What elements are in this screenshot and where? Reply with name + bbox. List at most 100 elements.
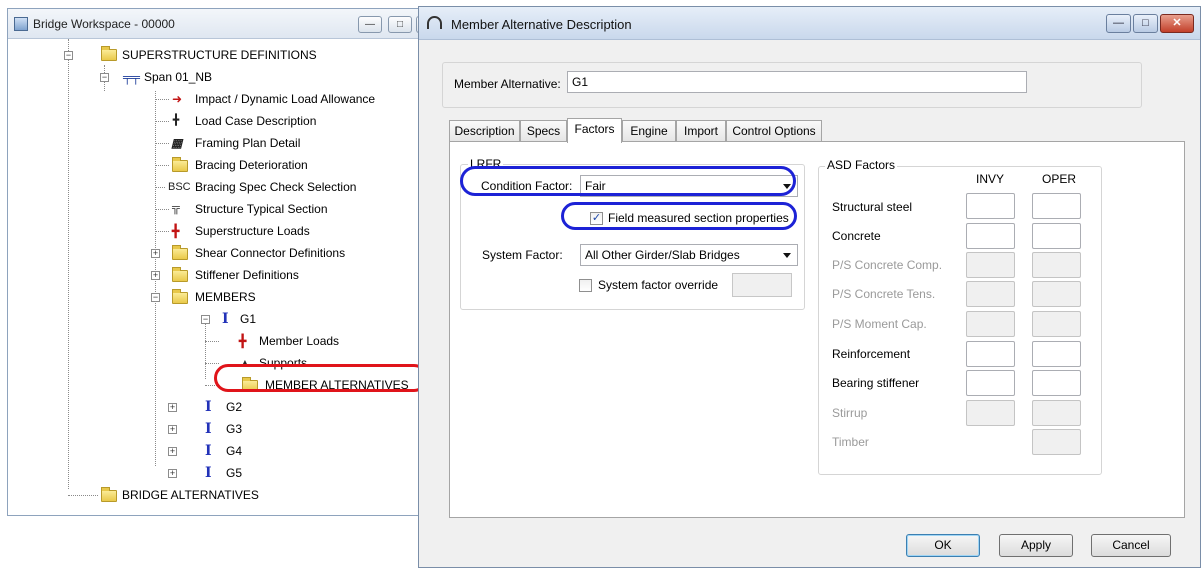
collapse-icon[interactable]: − bbox=[201, 315, 210, 324]
tree-item-shear-connector-definitions[interactable]: + Shear Connector Definitions bbox=[8, 243, 418, 263]
girder-icon: I bbox=[205, 421, 212, 437]
tree-item-g1[interactable]: − I G1 bbox=[8, 309, 418, 329]
tree-item-label: Stiffener Definitions bbox=[195, 268, 299, 282]
stirrup-invy-input bbox=[966, 400, 1015, 426]
dialog-body: Member Alternative: G1 Description Specs… bbox=[419, 41, 1200, 567]
tree-item-bracing-spec-check[interactable]: BSC Bracing Spec Check Selection bbox=[8, 177, 418, 197]
tree-item-g5[interactable]: + I G5 bbox=[8, 463, 418, 483]
tree-item-label: G3 bbox=[226, 422, 243, 436]
ok-button[interactable]: OK bbox=[906, 534, 980, 557]
tree-item-supports[interactable]: ▲ Supports bbox=[8, 353, 418, 373]
tree-item-label: Load Case Description bbox=[195, 114, 317, 128]
asd-row-label: Timber bbox=[832, 435, 869, 449]
workspace-titlebar: Bridge Workspace - 00000 — □ bbox=[8, 9, 424, 39]
tree-branch-line bbox=[205, 341, 219, 342]
reinforcement-oper-input[interactable] bbox=[1032, 341, 1081, 367]
reinforcement-invy-input[interactable] bbox=[966, 341, 1015, 367]
expand-icon[interactable]: + bbox=[168, 403, 177, 412]
tree-item-label: Member Loads bbox=[259, 334, 340, 348]
tree-branch-line bbox=[155, 165, 169, 166]
bridge-workspace-window: Bridge Workspace - 00000 — □ − SUPERSTRU… bbox=[7, 8, 424, 516]
girder-icon: I bbox=[205, 399, 212, 415]
structural-steel-invy-input[interactable] bbox=[966, 193, 1015, 219]
tab-import[interactable]: Import bbox=[676, 120, 726, 142]
invy-column-header: INVY bbox=[976, 172, 1005, 186]
bridge-workspace-icon bbox=[14, 17, 28, 31]
tree-item-label: G2 bbox=[226, 400, 243, 414]
tree-item-impact-dynamic-load[interactable]: ➜ Impact / Dynamic Load Allowance bbox=[8, 89, 418, 109]
tree-item-g4[interactable]: + I G4 bbox=[8, 441, 418, 461]
minimize-button[interactable]: — bbox=[1106, 14, 1131, 33]
bearing-stiffener-oper-input[interactable] bbox=[1032, 370, 1081, 396]
ps-concrete-comp-oper-input bbox=[1032, 252, 1081, 278]
tree-item-g2[interactable]: + I G2 bbox=[8, 397, 418, 417]
dialog-titlebar: Member Alternative Description — □ ✕ bbox=[419, 7, 1200, 40]
cancel-button[interactable]: Cancel bbox=[1091, 534, 1171, 557]
tree-item-load-case-description[interactable]: ╋ Load Case Description bbox=[8, 111, 418, 131]
ps-concrete-tens-invy-input bbox=[966, 281, 1015, 307]
tree-item-label: G4 bbox=[226, 444, 243, 458]
expand-icon[interactable]: + bbox=[151, 249, 160, 258]
asd-row-label: Concrete bbox=[832, 229, 881, 243]
tree-item-label: MEMBERS bbox=[195, 290, 256, 304]
asd-row-label: P/S Concrete Comp. bbox=[832, 258, 943, 272]
oper-column-header: OPER bbox=[1042, 172, 1077, 186]
tree-item-label: Structure Typical Section bbox=[195, 202, 328, 216]
expand-icon[interactable]: + bbox=[168, 425, 177, 434]
tree-item-structure-typical-section[interactable]: ╦ Structure Typical Section bbox=[8, 199, 418, 219]
lrfr-group: LRFR Condition Factor: Fair ✓ Field meas… bbox=[460, 157, 805, 310]
load-case-icon: ╋ bbox=[173, 115, 180, 126]
tree-item-member-loads[interactable]: ╋ Member Loads bbox=[8, 331, 418, 351]
tree-item-member-alternatives[interactable]: MEMBER ALTERNATIVES bbox=[8, 375, 418, 395]
system-override-checkbox[interactable] bbox=[579, 279, 592, 292]
tree-item-bracing-deterioration[interactable]: Bracing Deterioration bbox=[8, 155, 418, 175]
span-icon: ╤╤ bbox=[123, 70, 141, 84]
minimize-button[interactable]: — bbox=[358, 16, 382, 33]
maximize-button[interactable]: □ bbox=[388, 16, 412, 33]
collapse-icon[interactable]: − bbox=[151, 293, 160, 302]
expand-icon[interactable]: + bbox=[151, 271, 160, 280]
field-measured-checkbox[interactable]: ✓ bbox=[590, 212, 603, 225]
tree-item-label: G5 bbox=[226, 466, 243, 480]
tree-item-span-01-nb[interactable]: − ╤╤ Span 01_NB bbox=[8, 67, 418, 87]
bearing-stiffener-invy-input[interactable] bbox=[966, 370, 1015, 396]
tree-item-label: Bracing Deterioration bbox=[195, 158, 308, 172]
close-button[interactable]: ✕ bbox=[1160, 14, 1194, 33]
ps-moment-cap-oper-input bbox=[1032, 311, 1081, 337]
tab-description[interactable]: Description bbox=[449, 120, 520, 142]
system-override-input bbox=[732, 273, 792, 297]
tab-control-options[interactable]: Control Options bbox=[726, 120, 822, 142]
tree-item-bridge-alternatives[interactable]: BRIDGE ALTERNATIVES bbox=[8, 485, 418, 505]
tree-branch-line bbox=[155, 143, 169, 144]
collapse-icon[interactable]: − bbox=[100, 73, 109, 82]
member-alternative-group: Member Alternative: G1 bbox=[442, 62, 1142, 108]
tree-item-stiffener-definitions[interactable]: + Stiffener Definitions bbox=[8, 265, 418, 285]
workspace-tree: − SUPERSTRUCTURE DEFINITIONS − ╤╤ Span 0… bbox=[8, 39, 421, 515]
stirrup-oper-input bbox=[1032, 400, 1081, 426]
asd-row-label: P/S Moment Cap. bbox=[832, 317, 927, 331]
collapse-icon[interactable]: − bbox=[64, 51, 73, 60]
condition-factor-select[interactable]: Fair bbox=[580, 175, 798, 197]
maximize-button[interactable]: □ bbox=[1133, 14, 1158, 33]
apply-button[interactable]: Apply bbox=[999, 534, 1073, 557]
tab-engine[interactable]: Engine bbox=[622, 120, 676, 142]
tree-item-framing-plan-detail[interactable]: ▦ Framing Plan Detail bbox=[8, 133, 418, 153]
system-override-label: System factor override bbox=[598, 278, 719, 292]
loads-icon: ╋ bbox=[172, 224, 180, 238]
system-factor-select[interactable]: All Other Girder/Slab Bridges bbox=[580, 244, 798, 266]
member-alternative-input[interactable]: G1 bbox=[567, 71, 1027, 93]
tree-item-superstructure-loads[interactable]: ╋ Superstructure Loads bbox=[8, 221, 418, 241]
concrete-oper-input[interactable] bbox=[1032, 223, 1081, 249]
tab-specs[interactable]: Specs bbox=[520, 120, 567, 142]
member-alternative-label: Member Alternative: bbox=[454, 77, 561, 91]
tree-item-g3[interactable]: + I G3 bbox=[8, 419, 418, 439]
factors-panel: LRFR Condition Factor: Fair ✓ Field meas… bbox=[449, 141, 1185, 518]
tree-item-superstructure-definitions[interactable]: − SUPERSTRUCTURE DEFINITIONS bbox=[8, 45, 418, 65]
folder-icon bbox=[172, 267, 188, 282]
expand-icon[interactable]: + bbox=[168, 447, 177, 456]
expand-icon[interactable]: + bbox=[168, 469, 177, 478]
tree-item-members[interactable]: − MEMBERS bbox=[8, 287, 418, 307]
tab-factors[interactable]: Factors bbox=[567, 118, 622, 143]
concrete-invy-input[interactable] bbox=[966, 223, 1015, 249]
structural-steel-oper-input[interactable] bbox=[1032, 193, 1081, 219]
